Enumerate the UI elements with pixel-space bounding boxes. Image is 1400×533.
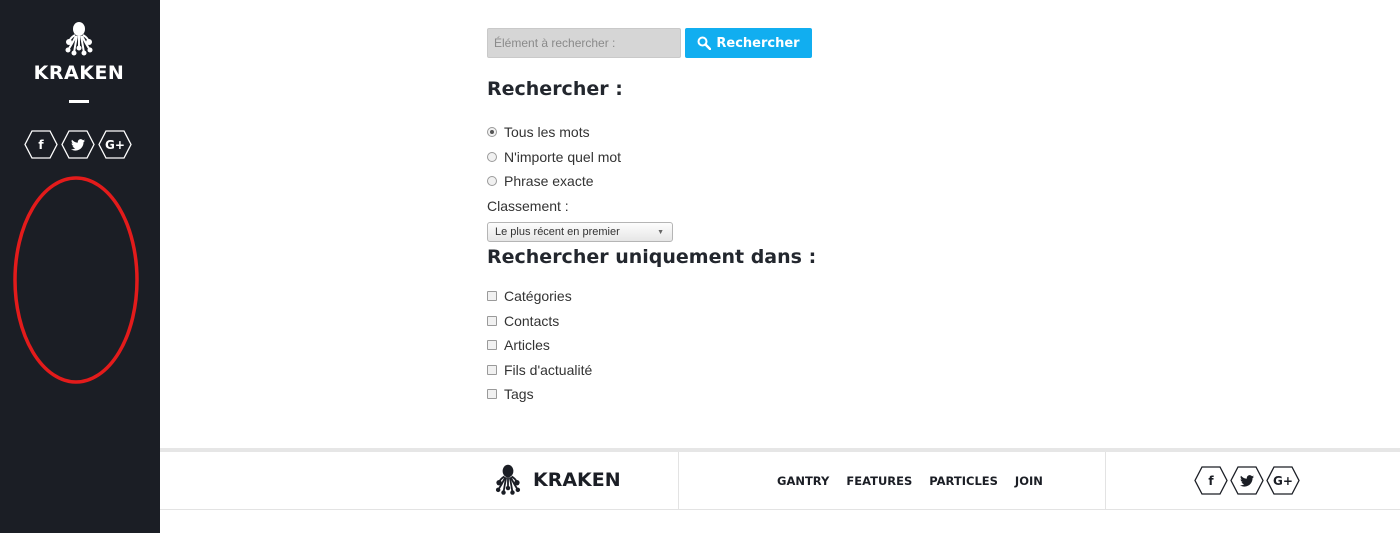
radio-button[interactable] <box>487 176 497 186</box>
radio-all-words[interactable]: Tous les mots <box>487 124 590 140</box>
search-input[interactable] <box>487 28 681 58</box>
footer-nav-features[interactable]: FEATURES <box>846 474 912 488</box>
checkbox-tags[interactable]: Tags <box>487 386 534 402</box>
footer-facebook-icon[interactable]: f <box>1194 466 1228 495</box>
search-button-label: Rechercher <box>716 35 800 51</box>
radio-exact-phrase[interactable]: Phrase exacte <box>487 173 594 189</box>
search-areas-heading: Rechercher uniquement dans : <box>487 246 817 268</box>
checkbox-label: Contacts <box>504 313 560 329</box>
footer-divider <box>1105 452 1106 510</box>
checkbox-articles[interactable]: Articles <box>487 337 550 353</box>
sidebar-social-links: f G+ <box>24 130 132 159</box>
radio-label: Phrase exacte <box>504 173 594 189</box>
search-button[interactable]: Rechercher <box>685 28 812 58</box>
sidebar-facebook-icon[interactable]: f <box>24 130 58 159</box>
search-icon <box>697 36 712 50</box>
radio-any-word[interactable]: N'importe quel mot <box>487 149 621 165</box>
sidebar-divider <box>69 100 89 103</box>
search-mode-heading: Rechercher : <box>487 78 623 100</box>
sidebar-twitter-icon[interactable] <box>61 130 95 159</box>
footer-nav: GANTRY FEATURES PARTICLES JOIN <box>777 474 1043 488</box>
ordering-label: Classement : <box>487 198 569 214</box>
twitter-bird-icon <box>1240 474 1254 487</box>
footer-social-links: f G+ <box>1194 466 1300 495</box>
ordering-selected-value: Le plus récent en premier <box>495 226 620 238</box>
checkbox[interactable] <box>487 365 497 375</box>
footer-nav-join[interactable]: JOIN <box>1015 474 1043 488</box>
footer-google-plus-icon[interactable]: G+ <box>1266 466 1300 495</box>
checkbox-contacts[interactable]: Contacts <box>487 313 559 329</box>
footer-divider <box>678 452 679 510</box>
checkbox-categories[interactable]: Catégories <box>487 288 572 304</box>
footer-nav-gantry[interactable]: GANTRY <box>777 474 829 488</box>
kraken-octopus-logo-icon[interactable] <box>60 20 98 58</box>
checkbox[interactable] <box>487 389 497 399</box>
ordering-select[interactable]: Le plus récent en premier ▼ <box>487 222 673 242</box>
radio-button-checked[interactable] <box>487 127 497 137</box>
sidebar-google-plus-icon[interactable]: G+ <box>98 130 132 159</box>
sidebar: KRAKEN f G+ <box>0 0 160 533</box>
radio-button[interactable] <box>487 152 497 162</box>
checkbox-label: Articles <box>504 337 550 353</box>
checkbox-label: Tags <box>504 386 534 402</box>
twitter-bird-icon <box>71 138 85 151</box>
checkbox[interactable] <box>487 340 497 350</box>
checkbox-newsfeeds[interactable]: Fils d'actualité <box>487 362 592 378</box>
sidebar-brand-name: KRAKEN <box>33 62 125 84</box>
footer-nav-particles[interactable]: PARTICLES <box>929 474 998 488</box>
red-annotation-ellipse <box>13 176 139 384</box>
checkbox[interactable] <box>487 291 497 301</box>
footer-brand-name[interactable]: KRAKEN <box>533 469 621 491</box>
checkbox[interactable] <box>487 316 497 326</box>
radio-label: Tous les mots <box>504 124 590 140</box>
radio-label: N'importe quel mot <box>504 149 622 165</box>
checkbox-label: Fils d'actualité <box>504 362 593 378</box>
footer-twitter-icon[interactable] <box>1230 466 1264 495</box>
checkbox-label: Catégories <box>504 288 572 304</box>
dropdown-arrow-icon: ▼ <box>657 229 664 236</box>
footer-kraken-octopus-logo-icon[interactable] <box>491 463 525 497</box>
